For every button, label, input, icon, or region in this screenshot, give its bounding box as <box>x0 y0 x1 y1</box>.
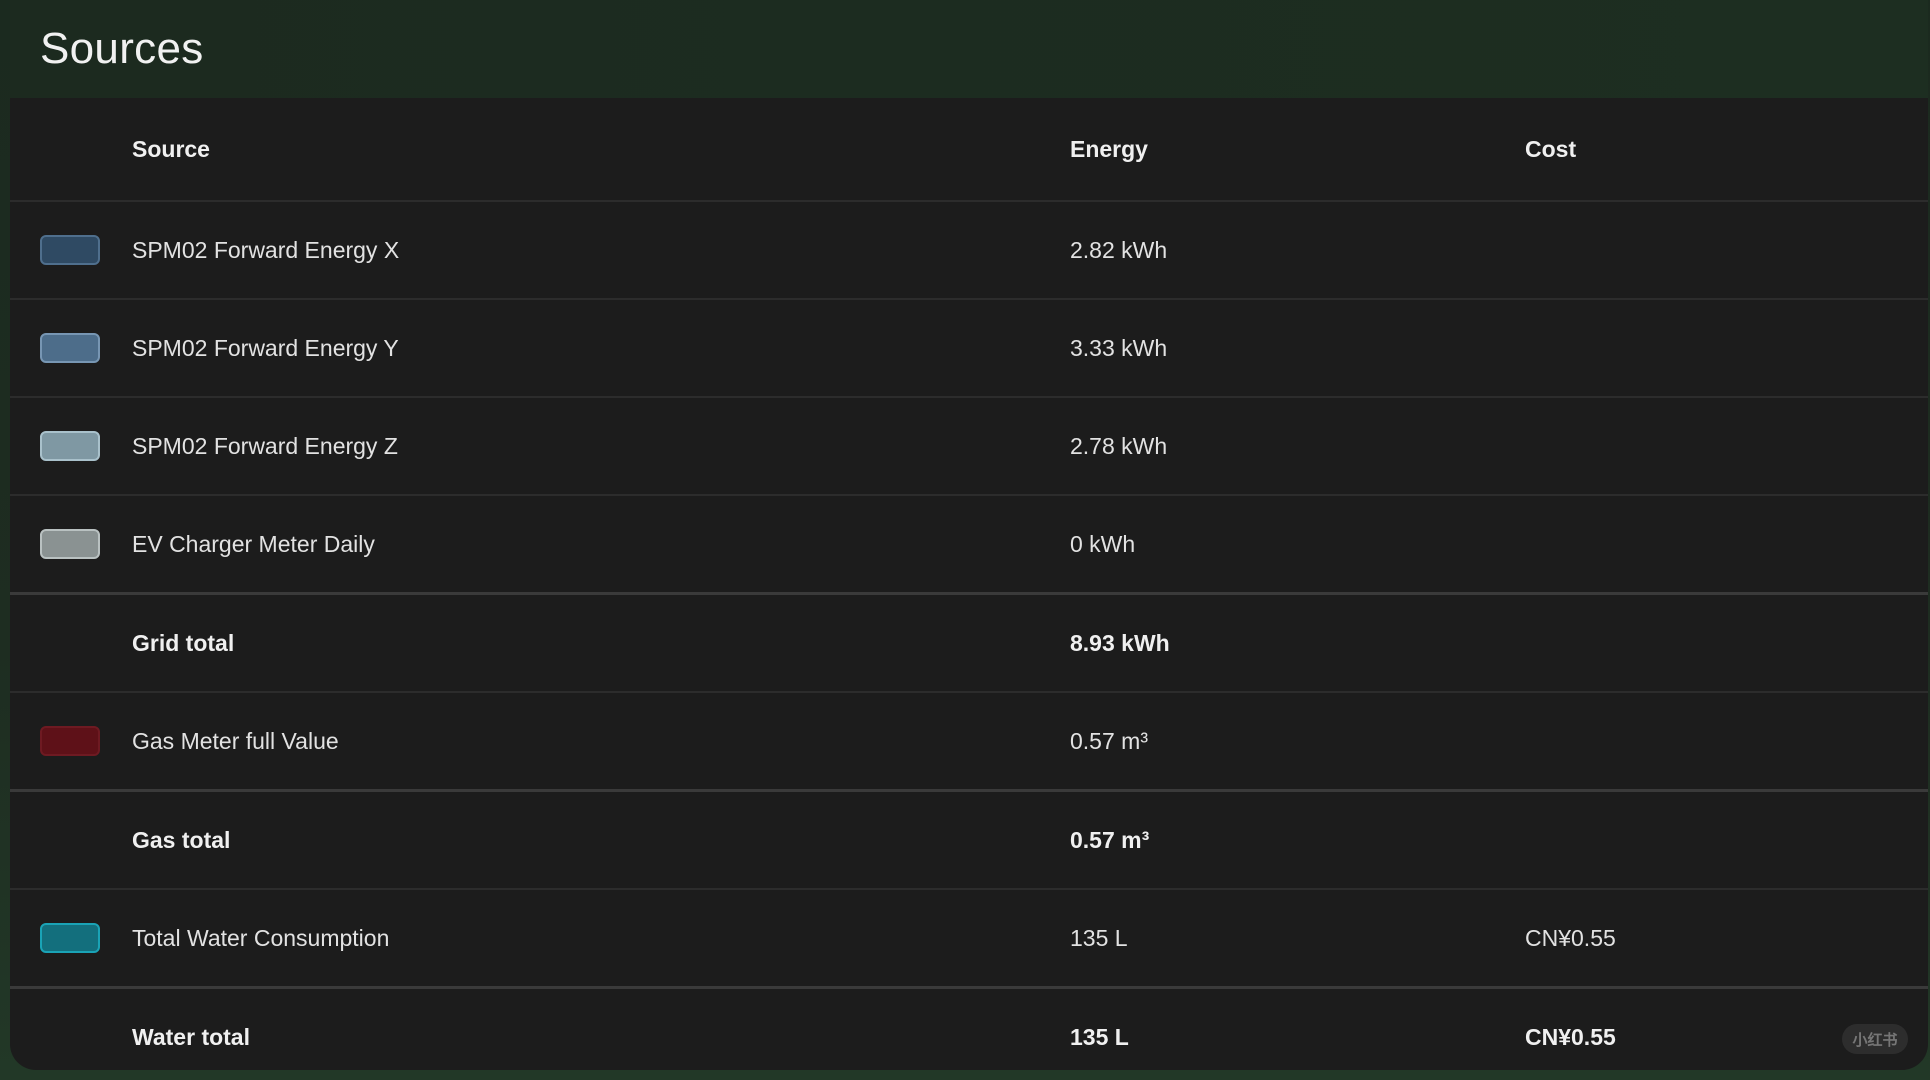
total-label: Grid total <box>132 629 235 656</box>
sources-card: Sources Source Energy Cost SPM02 Forward… <box>10 0 1928 1070</box>
source-label: EV Charger Meter Daily <box>132 530 375 557</box>
table-row-spm02-z[interactable]: SPM02 Forward Energy Z 2.78 kWh <box>10 398 1928 496</box>
source-label: Total Water Consumption <box>132 924 390 951</box>
total-label: Water total <box>132 1023 250 1050</box>
page-background: Sources Source Energy Cost SPM02 Forward… <box>0 0 1930 1080</box>
table-row-grid-total: Grid total 8.93 kWh <box>10 595 1928 693</box>
energy-value: 3.33 kWh <box>1070 334 1168 361</box>
total-energy-value: 0.57 m³ <box>1070 826 1150 853</box>
total-energy-value: 135 L <box>1070 1023 1129 1050</box>
source-label: SPM02 Forward Energy X <box>132 236 400 263</box>
energy-value: 2.82 kWh <box>1070 236 1168 263</box>
color-swatch-spm02-x <box>40 235 100 265</box>
color-swatch-spm02-z <box>40 431 100 461</box>
source-label: SPM02 Forward Energy Y <box>132 334 399 361</box>
table-row-ev-charger[interactable]: EV Charger Meter Daily 0 kWh <box>10 496 1928 595</box>
table-row-gas-meter[interactable]: Gas Meter full Value 0.57 m³ <box>10 693 1928 792</box>
table-row-water-consumption[interactable]: Total Water Consumption 135 L CN¥0.55 <box>10 890 1928 989</box>
energy-value: 135 L <box>1070 924 1128 951</box>
table-row-water-total: Water total 135 L CN¥0.55 <box>10 989 1928 1070</box>
column-header-energy: Energy <box>1070 135 1148 162</box>
energy-value: 2.78 kWh <box>1070 432 1168 459</box>
source-label: Gas Meter full Value <box>132 727 339 754</box>
table-row-gas-total: Gas total 0.57 m³ <box>10 792 1928 890</box>
color-swatch-spm02-y <box>40 333 100 363</box>
total-energy-value: 8.93 kWh <box>1070 629 1170 656</box>
card-header: Sources <box>10 0 1928 98</box>
color-swatch-ev-charger <box>40 529 100 559</box>
column-header-cost: Cost <box>1525 135 1577 162</box>
table-row-spm02-x[interactable]: SPM02 Forward Energy X 2.82 kWh <box>10 202 1928 300</box>
color-swatch-gas-meter <box>40 726 100 756</box>
column-header-source: Source <box>132 135 210 162</box>
watermark-badge: 小红书 <box>1842 1024 1908 1054</box>
cost-value: CN¥0.55 <box>1525 924 1616 951</box>
color-swatch-water <box>40 923 100 953</box>
table-header: Source Energy Cost <box>10 98 1928 202</box>
energy-value: 0.57 m³ <box>1070 727 1148 754</box>
card-title: Sources <box>40 24 204 73</box>
energy-value: 0 kWh <box>1070 530 1136 557</box>
table-row-spm02-y[interactable]: SPM02 Forward Energy Y 3.33 kWh <box>10 300 1928 398</box>
total-cost-value: CN¥0.55 <box>1525 1023 1616 1050</box>
source-label: SPM02 Forward Energy Z <box>132 432 398 459</box>
total-label: Gas total <box>132 826 231 853</box>
